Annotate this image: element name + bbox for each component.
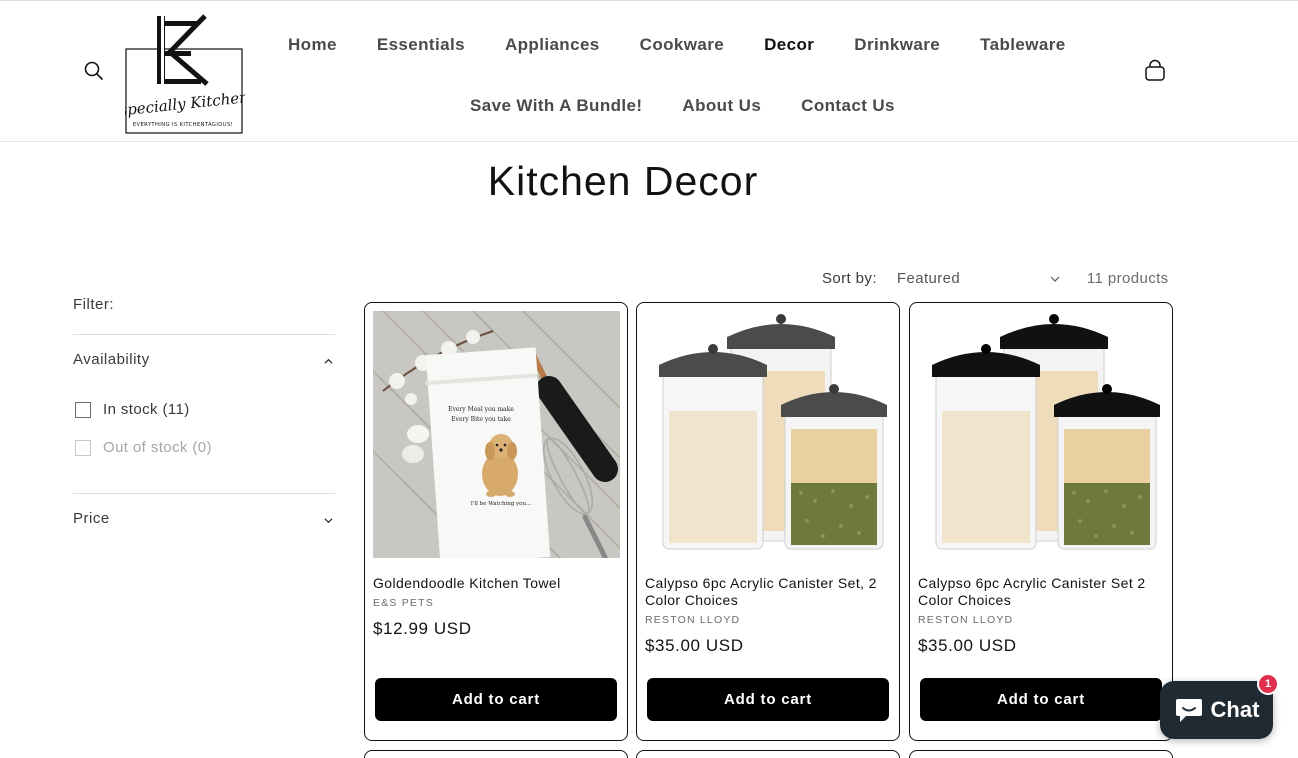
cart-button[interactable] (1143, 59, 1167, 83)
svg-text:Every Meal you make: Every Meal you make (448, 406, 514, 413)
nav-link-decor[interactable]: Decor (744, 35, 834, 55)
nav-link-contact[interactable]: Contact Us (781, 96, 915, 116)
product-image-canisters[interactable] (918, 311, 1165, 558)
page-title: Kitchen Decor (487, 158, 759, 204)
sort-select[interactable]: Featured (897, 270, 1062, 287)
filter-availability: Availability In stock (11) Out of stock … (73, 334, 335, 493)
sort-bar: Sort by: Featured 11 products (822, 270, 1169, 287)
product-title[interactable]: Calypso 6pc Acrylic Canister Set 2 Color… (918, 575, 1168, 609)
svg-text:Every Bite you take: Every Bite you take (451, 416, 511, 423)
nav-link-about[interactable]: About Us (662, 96, 781, 116)
product-card[interactable]: Every Meal you make Every Bite you take … (364, 302, 628, 741)
chevron-down-icon (1050, 276, 1060, 282)
filter-out-of-stock[interactable]: Out of stock (0) (75, 439, 212, 456)
add-to-cart-button[interactable]: Add to cart (920, 678, 1162, 721)
nav-link-appliances[interactable]: Appliances (485, 35, 620, 55)
product-image-canisters[interactable] (645, 311, 892, 558)
product-card[interactable]: Calypso 6pc Acrylic Canister Set, 2 Colo… (636, 302, 900, 741)
chat-label: Chat (1210, 697, 1260, 722)
out-of-stock-checkbox[interactable] (75, 439, 91, 456)
chat-bubble-icon (1175, 699, 1202, 722)
search-button[interactable] (82, 59, 106, 83)
filter-in-stock[interactable]: In stock (11) (75, 401, 190, 418)
filter-heading: Filter: (73, 296, 114, 313)
product-vendor: RESTON LLOYD (918, 614, 1014, 626)
product-vendor: E&S PETS (373, 597, 434, 609)
product-image-towel[interactable]: Every Meal you make Every Bite you take … (373, 311, 620, 558)
product-card[interactable] (909, 750, 1173, 758)
product-title[interactable]: Goldendoodle Kitchen Towel (373, 575, 623, 592)
in-stock-label: In stock (11) (103, 401, 190, 418)
product-price: $35.00 USD (918, 636, 1017, 655)
price-title: Price (73, 510, 110, 527)
product-card[interactable] (636, 750, 900, 758)
availability-toggle[interactable]: Availability (73, 335, 335, 385)
cart-icon (1145, 59, 1165, 81)
chevron-down-icon (324, 518, 333, 524)
sort-selected: Featured (896, 270, 961, 287)
site-logo[interactable]: Especially Kitchens EVERYTHING IS KITCHE… (107, 13, 258, 135)
add-to-cart-button[interactable]: Add to cart (375, 678, 617, 721)
nav-link-drinkware[interactable]: Drinkware (834, 35, 960, 55)
nav-link-tableware[interactable]: Tableware (960, 35, 1086, 55)
product-count: 11 products (1086, 270, 1169, 287)
product-card[interactable] (364, 750, 628, 758)
filter-sidebar: Filter: Availability In stock (11) Out o… (73, 296, 335, 527)
product-price: $12.99 USD (373, 619, 472, 638)
nav-link-home[interactable]: Home (268, 35, 357, 55)
availability-title: Availability (73, 351, 150, 368)
product-card[interactable]: Calypso 6pc Acrylic Canister Set 2 Color… (909, 302, 1173, 741)
search-icon (84, 61, 103, 80)
out-of-stock-label: Out of stock (0) (103, 439, 212, 456)
logo-tagline: EVERYTHING IS KITCHENTAGIOUS! (133, 122, 233, 128)
chat-button[interactable]: Chat (1160, 681, 1273, 739)
price-toggle[interactable]: Price (73, 494, 335, 544)
nav-link-essentials[interactable]: Essentials (357, 35, 485, 55)
svg-text:I'll be Watching you...: I'll be Watching you... (471, 501, 532, 507)
site-header: Especially Kitchens EVERYTHING IS KITCHE… (0, 0, 1298, 142)
main-nav-row-1: Home Essentials Appliances Cookware Deco… (268, 35, 1086, 55)
add-to-cart-button[interactable]: Add to cart (647, 678, 889, 721)
product-price: $35.00 USD (645, 636, 744, 655)
chat-notification-badge: 1 (1257, 673, 1279, 695)
nav-link-cookware[interactable]: Cookware (620, 35, 744, 55)
filter-price: Price (73, 493, 335, 548)
product-title[interactable]: Calypso 6pc Acrylic Canister Set, 2 Colo… (645, 575, 895, 609)
chevron-up-icon (324, 358, 333, 364)
sort-label: Sort by: (822, 270, 877, 287)
main-nav-row-2: Save With A Bundle! About Us Contact Us (450, 96, 915, 116)
in-stock-checkbox[interactable] (75, 401, 91, 418)
nav-link-bundle[interactable]: Save With A Bundle! (450, 96, 662, 116)
product-vendor: RESTON LLOYD (645, 614, 741, 626)
